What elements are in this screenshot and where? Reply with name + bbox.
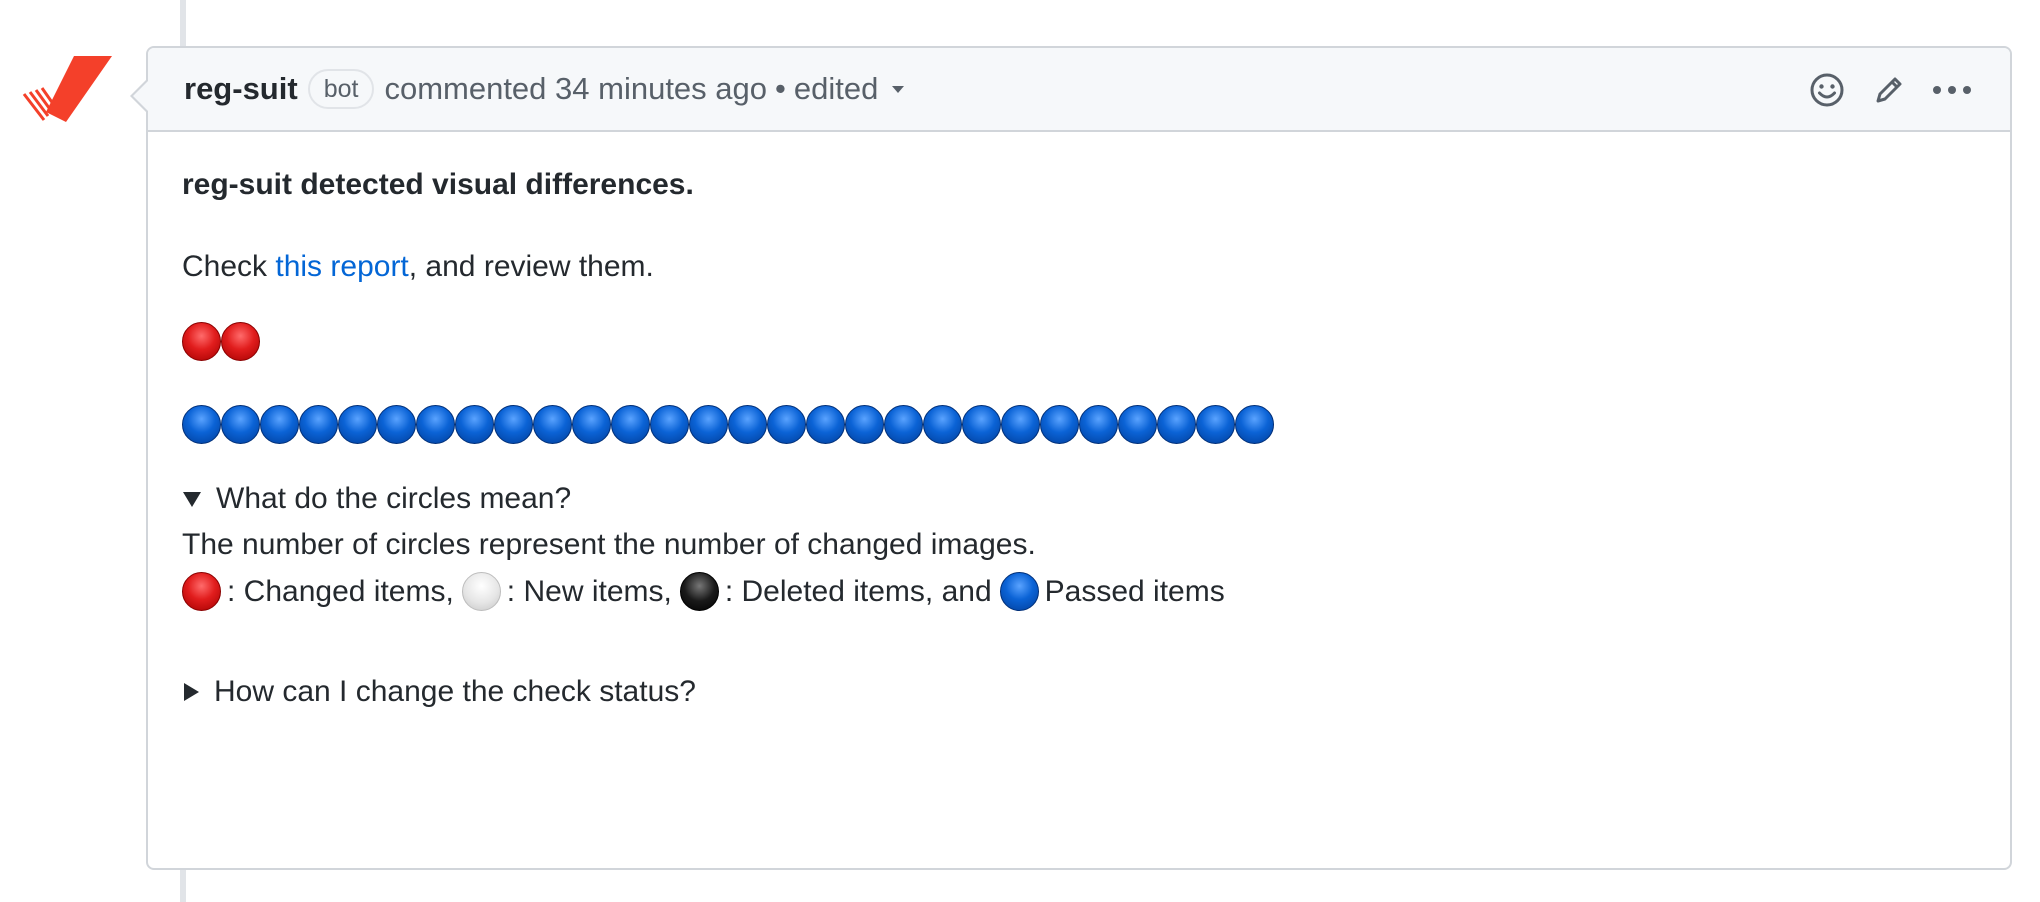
blue-circle-icon: [1157, 405, 1196, 444]
details-summary-check-status[interactable]: How can I change the check status?: [182, 673, 2010, 711]
check-suffix: , and review them.: [408, 250, 654, 283]
edited-dropdown[interactable]: edited: [794, 71, 878, 107]
check-prefix: Check: [182, 250, 276, 283]
passed-circles-row: [182, 405, 2010, 444]
blue-circle-icon: [533, 405, 572, 444]
blue-circle-icon: [1001, 405, 1040, 444]
legend-passed: Passed items: [1044, 574, 1225, 608]
comment-arrow-inner: [133, 80, 149, 112]
blue-circle-icon: [299, 405, 338, 444]
blue-circle-icon: [845, 405, 884, 444]
avatar[interactable]: [22, 54, 112, 126]
blue-circle-icon: [1118, 405, 1157, 444]
comment-header: reg-suit bot commented 34 minutes ago • …: [148, 48, 2010, 132]
comment-body: reg-suit detected visual differences. Ch…: [148, 132, 2010, 711]
white-circle-icon: [461, 572, 501, 611]
meta-separator: •: [775, 71, 786, 106]
blue-circle-icon: [767, 405, 806, 444]
red-circle-icon: [221, 322, 260, 361]
changed-circles-row: [182, 322, 2010, 361]
triangle-down-icon: [183, 491, 201, 507]
blue-circle-icon: [260, 405, 299, 444]
check-report-paragraph: Check this report, and review them.: [182, 248, 2010, 286]
blue-circle-icon: [338, 405, 377, 444]
blue-circle-icon: [416, 405, 455, 444]
blue-circle-icon: [962, 405, 1001, 444]
blue-circle-icon: [221, 405, 260, 444]
blue-circle-icon: [182, 405, 221, 444]
page: reg-suit bot commented 34 minutes ago • …: [0, 0, 2040, 902]
reg-suit-logo: [22, 56, 112, 122]
blue-circle-icon: [1196, 405, 1235, 444]
triangle-right-icon: [184, 683, 199, 701]
comment-timestamp[interactable]: commented 34 minutes ago: [384, 71, 767, 107]
legend-deleted: : Deleted items, and: [724, 574, 992, 608]
comment-meta: commented 34 minutes ago • edited: [384, 71, 905, 107]
circle-legend: : Changed items, : New items, : Deleted …: [182, 572, 2010, 611]
blue-circle-icon: [884, 405, 923, 444]
report-link[interactable]: this report: [275, 250, 408, 283]
blue-circle-icon: [999, 572, 1039, 611]
blue-circle-icon: [377, 405, 416, 444]
smiley-icon[interactable]: [1808, 71, 1846, 109]
blue-circle-icon: [455, 405, 494, 444]
blue-circle-icon: [689, 405, 728, 444]
blue-circle-icon: [806, 405, 845, 444]
comment-box: reg-suit bot commented 34 minutes ago • …: [130, 46, 2012, 870]
blue-circle-icon: [1079, 405, 1118, 444]
details-description: The number of circles represent the numb…: [182, 528, 1036, 561]
comment-headline: reg-suit detected visual differences.: [182, 168, 694, 201]
legend-new: : New items,: [506, 574, 672, 608]
comment-actions: [1808, 48, 1972, 132]
details-summary-label: What do the circles mean?: [216, 482, 572, 515]
pencil-icon[interactable]: [1872, 73, 1906, 107]
author-link[interactable]: reg-suit: [184, 71, 298, 107]
details-summary-circles[interactable]: What do the circles mean?: [182, 480, 2010, 518]
blue-circle-icon: [650, 405, 689, 444]
blue-circle-icon: [923, 405, 962, 444]
kebab-menu-icon[interactable]: [1932, 84, 1972, 96]
blue-circle-icon: [572, 405, 611, 444]
blue-circle-icon: [728, 405, 767, 444]
bot-badge: bot: [307, 69, 375, 109]
legend-changed: : Changed items,: [227, 574, 454, 608]
blue-circle-icon: [611, 405, 650, 444]
red-circle-icon: [182, 572, 221, 611]
red-circle-icon: [182, 322, 221, 361]
black-circle-icon: [679, 572, 719, 611]
blue-circle-icon: [1040, 405, 1079, 444]
chevron-down-icon[interactable]: [892, 85, 905, 93]
blue-circle-icon: [494, 405, 533, 444]
blue-circle-icon: [1235, 405, 1274, 444]
details-summary-label-2: How can I change the check status?: [214, 675, 696, 708]
